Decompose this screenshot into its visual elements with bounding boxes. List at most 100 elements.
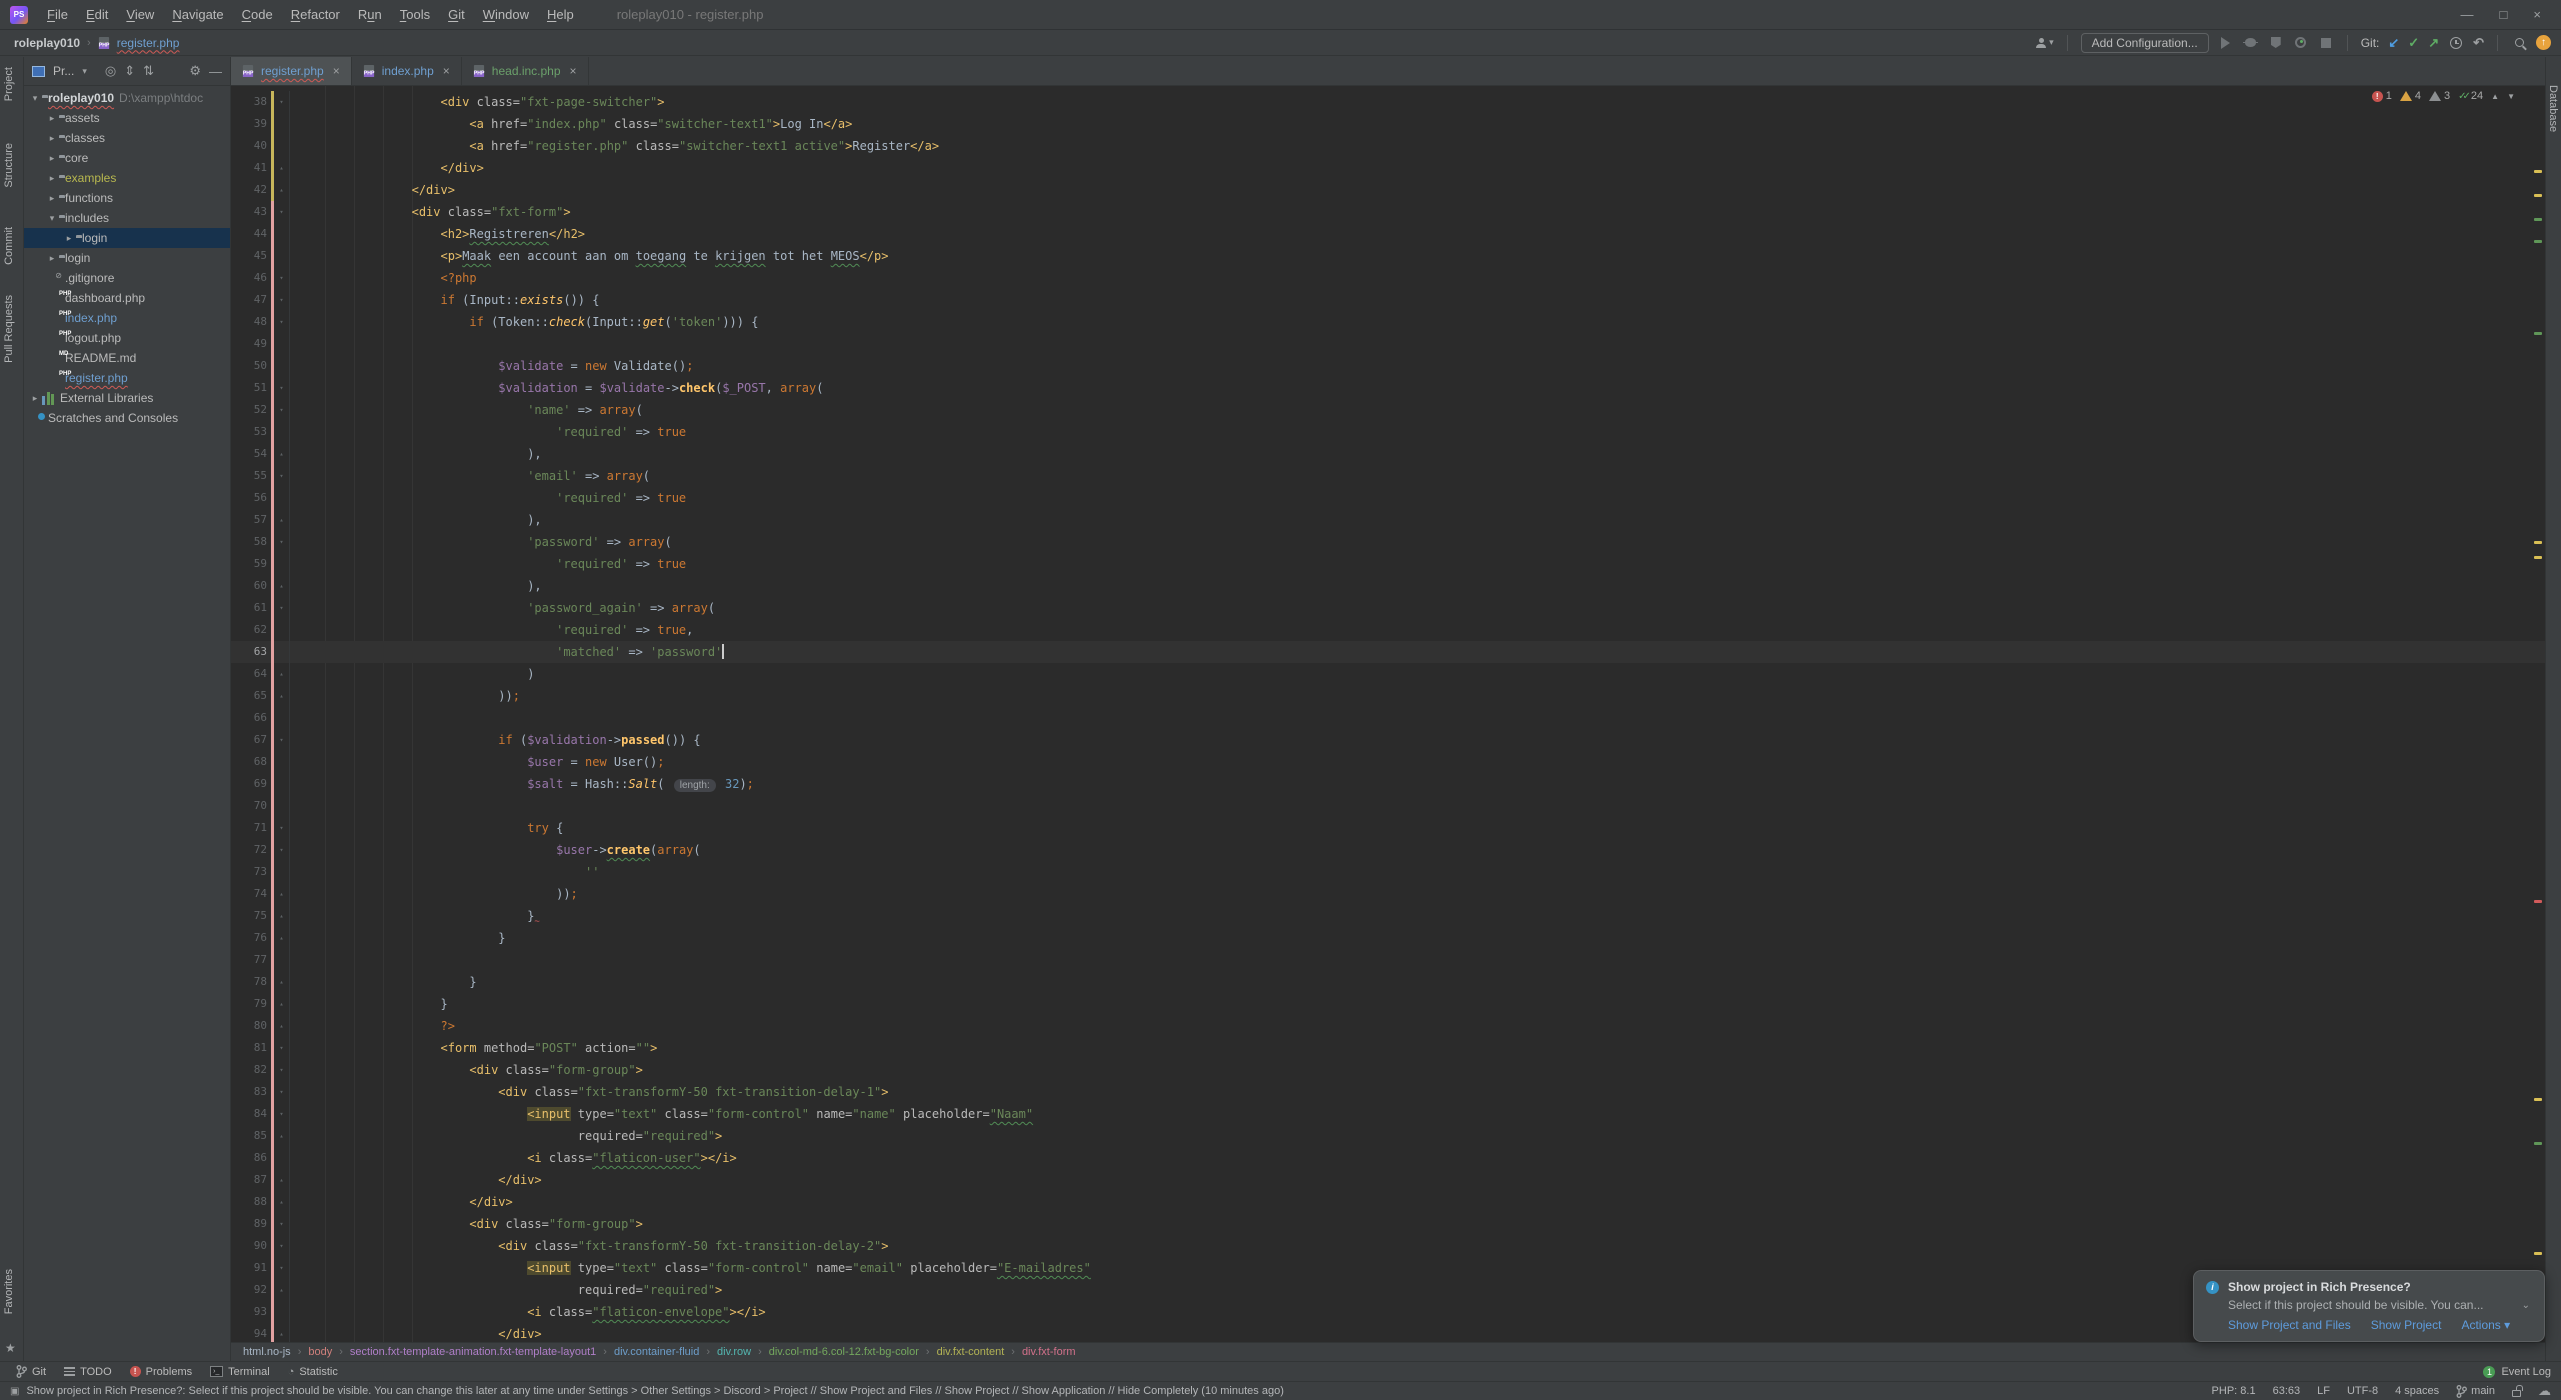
status-item[interactable]: 4 spaces: [2395, 1385, 2439, 1397]
lock-icon[interactable]: [2512, 1390, 2521, 1397]
tree-item-login[interactable]: ▸login: [24, 228, 230, 248]
rollback-button[interactable]: ↶: [2473, 35, 2484, 51]
close-tab-icon[interactable]: ×: [333, 64, 340, 78]
search-everywhere-button[interactable]: [2511, 35, 2527, 51]
tree-item-logout-php[interactable]: PHPlogout.php: [24, 328, 230, 348]
expand-notification-icon[interactable]: ⌄: [2522, 1300, 2530, 1311]
status-item[interactable]: LF: [2317, 1385, 2330, 1397]
menu-tools[interactable]: Tools: [391, 7, 439, 22]
menu-file[interactable]: File: [38, 7, 77, 22]
user-chooser-button[interactable]: ▾: [2036, 37, 2054, 48]
history-button[interactable]: [2448, 35, 2464, 51]
menu-refactor[interactable]: Refactor: [282, 7, 349, 22]
run-button[interactable]: [2218, 35, 2234, 51]
tree-item--gitignore[interactable]: .gitignore: [24, 268, 230, 288]
event-log-button[interactable]: 1Event Log: [2483, 1366, 2551, 1378]
html-crumb[interactable]: div.container-fluid: [614, 1346, 699, 1358]
editor-line-77: 77: [231, 949, 2545, 971]
status-message[interactable]: ▣ Show project in Rich Presence?: Select…: [10, 1385, 1284, 1397]
notification-link[interactable]: Show Project: [2371, 1318, 2442, 1332]
settings-gear-icon[interactable]: ⚙: [189, 63, 201, 79]
text-caret: [722, 644, 724, 659]
tool-window-button-statistic[interactable]: ◔Statistic: [288, 1366, 338, 1378]
notification-link[interactable]: Show Project and Files: [2228, 1318, 2351, 1332]
menu-edit[interactable]: Edit: [77, 7, 117, 22]
stop-button[interactable]: [2318, 35, 2334, 51]
git-branch-widget[interactable]: main: [2456, 1385, 2495, 1398]
menu-navigate[interactable]: Navigate: [163, 7, 232, 22]
status-item[interactable]: 63:63: [2273, 1385, 2301, 1397]
html-crumb[interactable]: div.fxt-content: [937, 1346, 1005, 1358]
tree-item-classes[interactable]: ▸classes: [24, 128, 230, 148]
menu-help[interactable]: Help: [538, 7, 583, 22]
profiler-button[interactable]: [2293, 35, 2309, 51]
breadcrumb-file[interactable]: register.php: [117, 36, 180, 50]
tree-item-includes[interactable]: ▾includes: [24, 208, 230, 228]
menu-window[interactable]: Window: [474, 7, 538, 22]
notification-balloon[interactable]: i Show project in Rich Presence? Select …: [2193, 1270, 2545, 1342]
tree-item-assets[interactable]: ▸assets: [24, 108, 230, 128]
tree-item-external-libraries[interactable]: ▸External Libraries: [24, 388, 230, 408]
minimize-icon[interactable]: —: [2461, 7, 2474, 22]
tool-window-button-terminal[interactable]: ›_Terminal: [210, 1366, 270, 1378]
tool-window-button-problems[interactable]: !Problems: [130, 1366, 192, 1378]
html-crumb[interactable]: body: [308, 1346, 332, 1358]
tree-item-login[interactable]: ▸login: [24, 248, 230, 268]
tree-item-dashboard-php[interactable]: PHPdashboard.php: [24, 288, 230, 308]
project-view-selector[interactable]: Pr...: [53, 64, 74, 78]
notification-actions-dropdown[interactable]: Actions ▾: [2461, 1318, 2510, 1332]
tree-item-label: includes: [65, 211, 109, 225]
tree-item-index-php[interactable]: PHPindex.php: [24, 308, 230, 328]
menu-view[interactable]: View: [117, 7, 163, 22]
close-tab-icon[interactable]: ×: [570, 64, 577, 78]
tab-register-php[interactable]: PHPregister.php×: [231, 57, 352, 85]
tree-item-functions[interactable]: ▸functions: [24, 188, 230, 208]
project-panel-header: Pr... ▾ ◎ ⇕ ⇅ ⚙ —: [24, 57, 230, 86]
locate-file-button[interactable]: ◎: [105, 63, 116, 79]
tab-head-inc-php[interactable]: PHPhead.inc.php×: [462, 57, 589, 85]
tree-item-core[interactable]: ▸core: [24, 148, 230, 168]
breadcrumb-project[interactable]: roleplay010: [14, 36, 80, 50]
ide-update-button[interactable]: ↑: [2536, 35, 2551, 50]
maximize-icon[interactable]: □: [2500, 7, 2508, 22]
chevron-down-icon[interactable]: ▾: [82, 66, 87, 77]
tool-window-button-structure[interactable]: Structure: [3, 143, 15, 188]
html-crumb[interactable]: div.fxt-form: [1022, 1346, 1076, 1358]
status-item[interactable]: UTF-8: [2347, 1385, 2378, 1397]
menu-code[interactable]: Code: [233, 7, 282, 22]
favorites-star-icon[interactable]: ★: [5, 1341, 16, 1355]
git-update-button[interactable]: ↙: [2388, 35, 2399, 51]
git-commit-button[interactable]: ✓: [2408, 35, 2419, 51]
html-crumb[interactable]: div.col-md-6.col-12.fxt-bg-color: [769, 1346, 919, 1358]
coverage-button[interactable]: [2268, 35, 2284, 51]
html-crumb[interactable]: div.row: [717, 1346, 751, 1358]
tool-window-button-commit[interactable]: Commit: [3, 227, 15, 265]
tab-index-php[interactable]: PHPindex.php×: [352, 57, 462, 85]
html-crumb[interactable]: section.fxt-template-animation.fxt-templ…: [350, 1346, 596, 1358]
collapse-all-button[interactable]: ⇅: [143, 63, 154, 79]
code-editor[interactable]: !1 4 3 ✓✓24 ▲ ▼ 38▾ <div class="fxt-page…: [231, 86, 2545, 1342]
tool-window-button-project[interactable]: Project: [3, 67, 15, 101]
status-item[interactable]: PHP: 8.1: [2212, 1385, 2256, 1397]
expand-all-button[interactable]: ⇕: [124, 63, 135, 79]
tree-item-examples[interactable]: ▸examples: [24, 168, 230, 188]
tree-item-scratches-and-consoles[interactable]: Scratches and Consoles: [24, 408, 230, 428]
tool-window-button-git[interactable]: Git: [16, 1365, 46, 1378]
debug-button[interactable]: [2243, 35, 2259, 51]
tree-item-readme-md[interactable]: MDREADME.md: [24, 348, 230, 368]
tool-window-button-database[interactable]: Database: [2547, 85, 2559, 132]
hide-panel-button[interactable]: —: [209, 64, 222, 79]
close-icon[interactable]: ×: [2533, 7, 2541, 22]
close-tab-icon[interactable]: ×: [443, 64, 450, 78]
cloud-sync-icon[interactable]: ☁: [2538, 1383, 2551, 1399]
menu-run[interactable]: Run: [349, 7, 391, 22]
add-configuration-button[interactable]: Add Configuration...: [2081, 33, 2209, 53]
tool-window-button-pull-requests[interactable]: Pull Requests: [3, 295, 15, 363]
tree-item-roleplay010[interactable]: ▾roleplay010 D:\xampp\htdoc: [24, 88, 230, 108]
html-crumb[interactable]: html.no-js: [243, 1346, 291, 1358]
tool-window-button-favorites[interactable]: Favorites: [3, 1269, 15, 1314]
menu-git[interactable]: Git: [439, 7, 474, 22]
tool-window-button-todo[interactable]: TODO: [64, 1366, 112, 1378]
tree-item-register-php[interactable]: PHPregister.php: [24, 368, 230, 388]
git-push-button[interactable]: ↗: [2428, 35, 2439, 51]
